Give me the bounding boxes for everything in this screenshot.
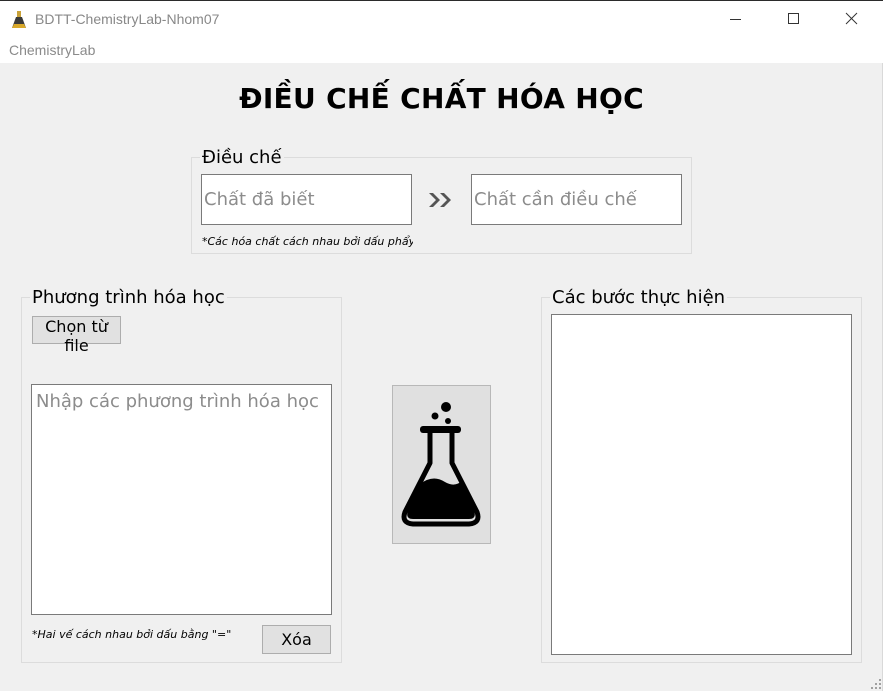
close-icon	[845, 12, 858, 25]
separator-note: *Các hóa chất cách nhau bởi dấu phẩy	[202, 235, 413, 248]
dieu-che-legend: Điều chế	[202, 147, 282, 168]
steps-legend: Các bước thực hiện	[552, 287, 726, 308]
title-bar: BDTT-ChemistryLab-Nhom07	[0, 0, 883, 38]
choose-file-button[interactable]: Chọn từ file	[32, 316, 121, 355]
page-title: ĐIỀU CHẾ CHẤT HÓA HỌC	[239, 82, 644, 115]
close-button[interactable]	[822, 1, 880, 39]
known-substance-input[interactable]	[201, 174, 412, 225]
maximize-button[interactable]	[764, 1, 822, 39]
minimize-button[interactable]	[706, 1, 764, 39]
target-substance-input[interactable]	[471, 174, 682, 225]
double-chevron-right-icon	[429, 193, 451, 207]
equation-note: *Hai vế cách nhau bởi dấu bằng "="	[32, 628, 232, 641]
flask-app-icon	[12, 11, 26, 28]
equations-input[interactable]	[31, 384, 332, 615]
minimize-icon	[730, 19, 741, 20]
clear-button[interactable]: Xóa	[262, 625, 331, 654]
menu-item-chemistrylab[interactable]: ChemistryLab	[9, 42, 95, 58]
steps-output[interactable]	[551, 314, 852, 655]
window-title: BDTT-ChemistryLab-Nhom07	[35, 11, 220, 27]
run-button[interactable]	[392, 385, 491, 544]
resize-grip-icon[interactable]	[871, 679, 881, 689]
chemistry-flask-icon	[401, 402, 481, 527]
maximize-icon	[788, 13, 799, 24]
menu-bar: ChemistryLab	[0, 38, 883, 63]
equations-legend: Phương trình hóa học	[32, 287, 225, 308]
